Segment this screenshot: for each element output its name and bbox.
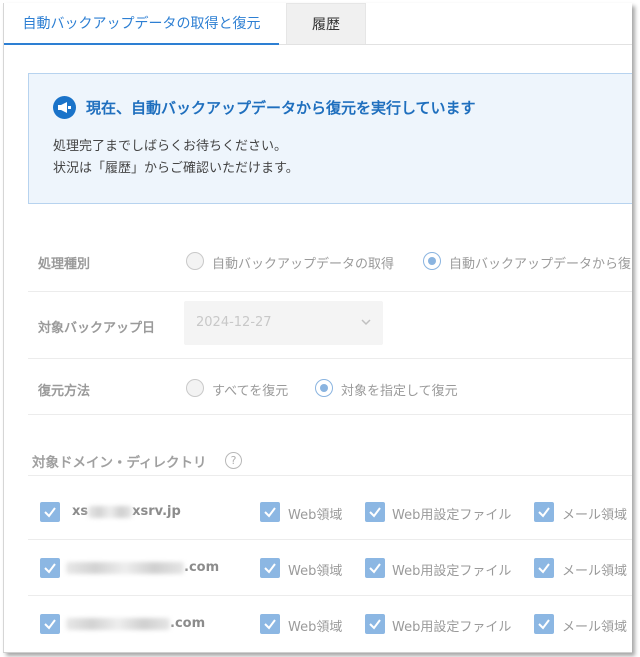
web-area-label: Web領域 [288,564,343,579]
tab-auto-backup-restore[interactable]: 自動バックアップデータの取得と復元 [4,3,279,45]
mail-area-checkbox[interactable] [534,558,554,578]
domain-section-title: 対象ドメイン・ディレクトリ [32,455,207,471]
domain-row: xs xsrv.jp Web領域 Web用設定ファイル メール領域 [28,484,632,540]
web-config-checkbox[interactable] [365,614,385,634]
tab-history[interactable]: 履歴 [286,3,366,44]
process-type-row: 処理種別 自動バックアップデータの取得 自動バックアップデータから復 [28,232,632,292]
mail-area-checkbox[interactable] [534,502,554,522]
redacted-text [66,561,184,574]
mail-area-label: メール領域 [562,564,628,579]
notice-body: 処理完了までしばらくお待ちください。 状況は「履歴」からご確認いただけます。 [53,136,299,180]
tab-bar: 自動バックアップデータの取得と復元 履歴 [4,3,632,45]
backup-date-select[interactable]: 2024-12-27 [184,301,383,345]
domain-row: .com Web領域 Web用設定ファイル メール領域 [28,540,632,596]
radio-fetch-backup[interactable] [186,252,204,270]
check-icon [369,507,381,518]
domain-checkbox[interactable] [40,502,60,522]
check-icon [369,619,381,630]
radio-restore-all[interactable] [186,379,204,397]
mail-area-label: メール領域 [562,508,628,523]
web-config-checkbox[interactable] [365,502,385,522]
notice-line-1: 処理完了までしばらくお待ちください。 [53,139,288,154]
backup-date-row: 対象バックアップ日 2024-12-27 [28,297,632,359]
check-icon [538,619,550,630]
check-icon [369,563,381,574]
mail-area-label: メール領域 [562,620,628,635]
megaphone-icon [53,96,76,119]
check-icon [44,619,56,630]
check-icon [44,507,56,518]
redacted-text [88,505,133,518]
radio-restore-selected[interactable] [315,379,333,397]
notice-title: 現在、自動バックアップデータから復元を実行しています [86,99,476,117]
restore-notice: 現在、自動バックアップデータから復元を実行しています 処理完了までしばらくお待ち… [28,73,632,204]
check-icon [44,563,56,574]
backup-date-value: 2024-12-27 [196,315,272,330]
check-icon [264,619,276,630]
web-area-label: Web領域 [288,620,343,635]
check-icon [538,563,550,574]
radio-restore-all-label: すべてを復元 [212,384,289,399]
check-icon [538,507,550,518]
domain-suffix: .com [184,560,220,575]
process-type-label: 処理種別 [38,257,91,272]
domain-checkbox[interactable] [40,558,60,578]
restore-method-label: 復元方法 [38,384,91,399]
mail-area-checkbox[interactable] [534,614,554,634]
web-area-checkbox[interactable] [260,502,280,522]
web-config-label: Web用設定ファイル [392,508,512,523]
domain-prefix: xs [72,504,89,519]
web-config-label: Web用設定ファイル [392,564,512,579]
domain-checkbox[interactable] [40,614,60,634]
check-icon [264,563,276,574]
backup-date-label: 対象バックアップ日 [38,321,156,336]
notice-line-2: 状況は「履歴」からご確認いただけます。 [53,161,299,176]
domain-suffix: .com [170,616,206,631]
domain-name: xs xsrv.jp [72,504,181,519]
redacted-text [66,617,170,630]
web-area-checkbox[interactable] [260,558,280,578]
restore-method-row: 復元方法 すべてを復元 対象を指定して復元 [28,359,632,415]
radio-restore-selected-label: 対象を指定して復元 [341,384,458,399]
radio-restore-backup[interactable] [423,252,441,270]
section-divider [28,475,632,476]
radio-fetch-backup-label: 自動バックアップデータの取得 [212,257,395,272]
web-config-checkbox[interactable] [365,558,385,578]
domain-suffix: xsrv.jp [132,504,181,519]
domain-name: .com [66,560,219,575]
domain-name: .com [66,616,205,631]
radio-restore-backup-label: 自動バックアップデータから復 [449,257,632,272]
web-area-checkbox[interactable] [260,614,280,634]
web-config-label: Web用設定ファイル [392,620,512,635]
web-area-label: Web領域 [288,508,343,523]
chevron-down-icon [361,319,371,326]
domain-row: .com Web領域 Web用設定ファイル メール領域 [28,596,632,652]
help-icon[interactable]: ? [225,452,242,469]
backup-panel: 自動バックアップデータの取得と復元 履歴 現在、自動バックアップデータから復元を… [3,3,632,653]
check-icon [264,507,276,518]
